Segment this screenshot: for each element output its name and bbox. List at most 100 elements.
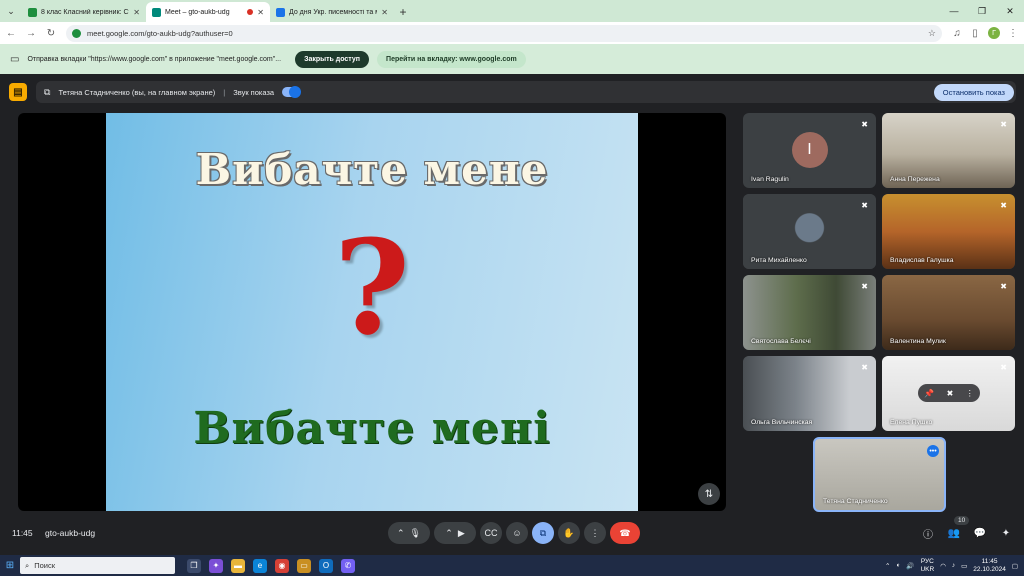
- reactions-button[interactable]: ☺: [506, 522, 528, 544]
- speaker-icon[interactable]: ♪: [952, 562, 955, 569]
- raise-hand-button[interactable]: ✋: [558, 522, 580, 544]
- emoji-icon: ☺: [512, 528, 522, 538]
- browser-menu-icon[interactable]: ⋮: [1008, 28, 1018, 39]
- swap-layout-icon[interactable]: ⇅: [698, 483, 720, 505]
- chat-icon[interactable]: 💬: [972, 522, 988, 544]
- participant-tile[interactable]: ✖ Владислав Галушка: [882, 194, 1015, 269]
- forward-arrow-icon[interactable]: →: [26, 28, 36, 39]
- activities-icon[interactable]: ✦: [998, 522, 1014, 544]
- browser-tab-meet[interactable]: Meet – gto-aukb-udg ✕: [146, 2, 270, 22]
- search-placeholder: Поиск: [34, 561, 55, 570]
- notifications-icon[interactable]: ▢: [1012, 562, 1018, 570]
- participant-tile[interactable]: ✖ Ольга Вильчинская: [743, 356, 876, 431]
- window-controls: — ❐ ✕: [940, 0, 1024, 22]
- taskbar-clock[interactable]: 11:45 22.10.2024: [973, 558, 1006, 574]
- tab-title: До дня Укр. писемності та мови: [289, 8, 377, 16]
- bookmark-star-icon[interactable]: ☆: [928, 28, 936, 39]
- share-audio-label: Звук показа: [233, 87, 275, 97]
- edge-icon[interactable]: e: [253, 558, 267, 573]
- participant-tile[interactable]: ✖ Рита Михайленко: [743, 194, 876, 269]
- stop-presenting-button[interactable]: Остановить показ: [933, 84, 1014, 101]
- close-window-icon[interactable]: ✕: [996, 0, 1024, 22]
- leave-call-button[interactable]: ☎: [610, 522, 640, 544]
- switch-tab-button[interactable]: Перейти на вкладку: www.google.com: [377, 50, 526, 68]
- mute-participant-icon[interactable]: ✖: [947, 389, 954, 398]
- mic-off-icon: ✖: [1000, 120, 1007, 129]
- profile-avatar[interactable]: Г: [988, 27, 1000, 39]
- search-icon: ⌕: [25, 560, 30, 570]
- site-info-icon[interactable]: [72, 28, 81, 38]
- tab-close-icon[interactable]: ✕: [257, 8, 264, 17]
- tab-title: Meet – gto-aukb-udg: [165, 8, 230, 16]
- minimize-icon[interactable]: —: [940, 0, 968, 22]
- captions-button[interactable]: CC: [480, 522, 502, 544]
- file-explorer-icon[interactable]: ▬: [231, 558, 245, 573]
- share-audio-toggle[interactable]: [282, 86, 302, 98]
- wifi-icon[interactable]: ◠: [940, 562, 946, 570]
- present-icon: ⧉: [539, 527, 547, 538]
- task-view-icon[interactable]: ❐: [187, 558, 201, 573]
- copilot-icon[interactable]: ✦: [209, 558, 223, 573]
- participant-tile[interactable]: ✖ Валентина Мулик: [882, 275, 1015, 350]
- self-view-tile[interactable]: ••• Тетяна Стадниченко: [813, 437, 946, 512]
- presenting-bar: ⧉ Тетяна Стадниченко (вы, на главном экр…: [36, 81, 1016, 103]
- folder-icon[interactable]: ▭: [297, 558, 311, 573]
- system-tray: ⌃ ◐ 🔊 РУС UKR ◠ ♪ ▭ 11:45 22.10.2024 ▢: [885, 555, 1018, 576]
- tab-close-icon[interactable]: ✕: [133, 8, 140, 17]
- hand-icon: ✋: [563, 527, 575, 538]
- classroom-favicon-icon: [28, 7, 37, 17]
- stop-access-button[interactable]: Закрыть доступ: [295, 50, 370, 68]
- address-bar[interactable]: meet.google.com/gto-aukb-udg?authuser=0 …: [66, 24, 942, 42]
- input-language[interactable]: РУС UKR: [920, 558, 934, 574]
- chevron-up-icon[interactable]: ⌃: [445, 528, 453, 539]
- participant-name: Святослава Белєчі: [751, 338, 811, 345]
- windows-start-icon[interactable]: ⊞: [0, 555, 20, 576]
- microphone-button[interactable]: ⌃ 🎙: [388, 522, 430, 544]
- participant-name: Владислав Галушка: [890, 257, 954, 264]
- more-options-icon[interactable]: ⋮: [966, 389, 974, 398]
- people-count-badge: 10: [954, 516, 970, 525]
- meeting-info-icon[interactable]: ⓘ: [920, 522, 936, 544]
- self-more-options-icon[interactable]: •••: [927, 445, 939, 457]
- battery-icon[interactable]: ▭: [961, 562, 967, 570]
- slide-question-mark: ?: [333, 211, 411, 364]
- camera-icon: ▶: [457, 527, 465, 538]
- browser-tabstrip: ⌄ 8 клас Класний керівник: Стад... ✕ Mee…: [0, 0, 1024, 22]
- viber-icon[interactable]: ✆: [341, 558, 355, 573]
- chevron-up-icon[interactable]: ⌃: [397, 528, 405, 539]
- url-text: meet.google.com/gto-aukb-udg?authuser=0: [87, 28, 233, 38]
- presentation-slide: Вибачте мене ? Вибачте мені: [106, 113, 638, 511]
- mic-off-icon: ✖: [861, 120, 868, 129]
- participant-tile[interactable]: ✖ Святослава Белєчі: [743, 275, 876, 350]
- browser-tab-google[interactable]: До дня Укр. писемності та мови ✕: [270, 2, 394, 22]
- browser-tab-class[interactable]: 8 клас Класний керівник: Стад... ✕: [22, 2, 146, 22]
- taskbar-search[interactable]: ⌕ Поиск: [20, 557, 175, 574]
- pin-icon[interactable]: 📌: [924, 389, 934, 398]
- volume-icon[interactable]: 🔊: [906, 562, 914, 570]
- more-options-button[interactable]: ⋮: [584, 522, 606, 544]
- meeting-tools-icon[interactable]: ▤: [9, 83, 27, 101]
- outlook-icon[interactable]: O: [319, 558, 333, 573]
- end-call-icon: ☎: [619, 527, 631, 538]
- sharing-message: Отправка вкладки "https://www.google.com…: [27, 55, 282, 63]
- restore-icon[interactable]: ❐: [968, 0, 996, 22]
- reload-icon[interactable]: ↻: [46, 28, 56, 39]
- camera-button[interactable]: ⌃ ▶: [434, 522, 476, 544]
- participant-tile[interactable]: I ✖ Ivan Ragulin: [743, 113, 876, 188]
- new-tab-button[interactable]: +: [394, 2, 412, 22]
- participant-tile[interactable]: 📌 ✖ ⋮ ✖ Елена Пушко: [882, 356, 1015, 431]
- tab-close-icon[interactable]: ✕: [381, 8, 388, 17]
- back-arrow-icon[interactable]: ←: [6, 28, 16, 39]
- meet-favicon-icon: [152, 7, 161, 17]
- tab-search-icon[interactable]: ⌄: [0, 0, 22, 22]
- tab-sharing-bar: ▭ Отправка вкладки "https://www.google.c…: [0, 44, 1024, 74]
- chrome-icon[interactable]: ◉: [275, 558, 289, 573]
- people-icon[interactable]: 👥: [946, 522, 962, 544]
- network-icon[interactable]: ◐: [896, 562, 900, 569]
- participant-tile[interactable]: ✖ Анна Пережена: [882, 113, 1015, 188]
- sidebar-icon[interactable]: ▯: [970, 28, 980, 39]
- participant-name: Рита Михайленко: [751, 257, 807, 264]
- media-control-icon[interactable]: ♫: [952, 28, 962, 39]
- tray-overflow-icon[interactable]: ⌃: [885, 562, 890, 570]
- present-now-button[interactable]: ⧉: [532, 522, 554, 544]
